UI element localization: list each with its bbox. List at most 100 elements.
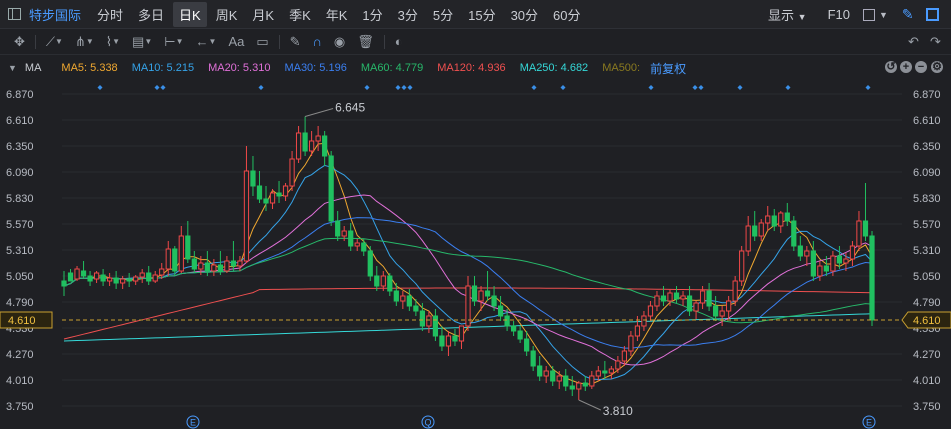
y-tick-left: 6.090: [6, 167, 34, 179]
collapse-icon[interactable]: ▼: [8, 63, 17, 73]
tab-monthly-k[interactable]: 月K: [246, 2, 280, 27]
candle-body: [67, 272, 74, 282]
redo-icon[interactable]: ↷: [930, 34, 941, 50]
tab-30min[interactable]: 30分: [505, 2, 544, 27]
y-tick-right: 5.050: [913, 271, 941, 283]
trash-icon[interactable]: 🗑: [357, 34, 374, 50]
tab-60min[interactable]: 60分: [547, 2, 586, 27]
candle-body: [139, 272, 145, 278]
y-tick-right: 6.870: [913, 89, 941, 101]
candlestick-chart[interactable]: 6.870 6.870 6.610 6.610 6.350 6.350 6.090 6.090…: [0, 80, 951, 429]
candle-body: [426, 315, 432, 327]
candle-body: [74, 268, 80, 280]
candle-body: [348, 230, 354, 247]
undo-icon[interactable]: ↶: [908, 34, 919, 50]
zoom-out-icon[interactable]: −: [915, 61, 927, 73]
candle-body: [211, 264, 217, 272]
stock-name[interactable]: 特步国际: [29, 5, 81, 24]
comment-icon[interactable]: ▭: [256, 34, 268, 50]
tab-quarterly-k[interactable]: 季K: [283, 2, 317, 27]
candle-body: [237, 260, 243, 267]
y-tick-left: 4.270: [6, 349, 34, 361]
candle-body: [100, 274, 106, 282]
settings-icon[interactable]: ⚙: [931, 61, 943, 73]
y-tick-right: 3.750: [913, 401, 941, 413]
candle-body: [458, 325, 465, 342]
eye-icon[interactable]: ◉: [334, 34, 345, 50]
candle-body: [660, 295, 667, 302]
tab-daily-k[interactable]: 日K: [173, 1, 207, 27]
tab-multi-day[interactable]: 多日: [132, 2, 170, 27]
tab-1min[interactable]: 1分: [356, 2, 388, 27]
candle-body: [478, 290, 484, 302]
event-marker-label: E: [190, 418, 196, 428]
legend-ma20: MA20: 5.310: [208, 62, 271, 74]
fib-icon[interactable]: ▤ ▼: [132, 34, 152, 50]
tab-yearly-k[interactable]: 年K: [320, 2, 354, 27]
magnet-icon[interactable]: ∩: [313, 34, 322, 49]
adjust-mode[interactable]: 前复权: [650, 60, 686, 77]
tab-3min[interactable]: 3分: [392, 2, 424, 27]
candle-body: [595, 370, 601, 377]
candle-body: [302, 132, 308, 152]
arrow-left-icon[interactable]: ← ▼: [196, 34, 217, 49]
price-tag-right-text: 4.610: [913, 315, 941, 327]
pen-icon[interactable]: ✎: [902, 6, 914, 23]
display-menu[interactable]: 显示 ▼: [762, 2, 813, 27]
candle-body: [484, 290, 491, 297]
wave-icon[interactable]: ⌇ ▼: [106, 34, 120, 50]
candle-body: [615, 360, 621, 370]
candle-body: [719, 310, 725, 317]
candle-body: [797, 245, 803, 257]
y-tick-right: 5.310: [913, 245, 941, 257]
zoom-in-icon[interactable]: +: [900, 61, 912, 73]
candle-body: [726, 300, 732, 312]
legend-ma10: MA10: 5.215: [131, 62, 195, 74]
event-marker-label: E: [866, 418, 872, 428]
reset-icon[interactable]: ↺: [885, 61, 897, 73]
candle-body: [354, 242, 360, 247]
toggle-icon[interactable]: ◐: [395, 34, 403, 49]
panel-toggle-icon[interactable]: [8, 8, 21, 20]
candle-body: [693, 302, 699, 312]
candle-body: [230, 260, 237, 267]
candle-body: [647, 305, 654, 317]
legend-ma120: MA120: 4.936: [437, 62, 506, 74]
candle-body: [628, 335, 634, 352]
layout-icon[interactable]: [925, 8, 939, 21]
divider: [34, 34, 36, 49]
event-dot-marker: [160, 85, 166, 90]
candle-body: [152, 274, 158, 282]
tab-weekly-k[interactable]: 周K: [210, 2, 244, 27]
tab-5min[interactable]: 5分: [427, 2, 459, 27]
channel-icon[interactable]: ⋔ ▼: [75, 34, 94, 50]
y-tick-left: 5.310: [6, 245, 34, 257]
candle-body: [295, 132, 302, 160]
candle-body: [739, 250, 745, 282]
measure-icon[interactable]: ⊢ ▼: [164, 34, 183, 50]
event-marker-label: Q: [424, 418, 431, 428]
legend-ma60: MA60: 4.779: [360, 62, 424, 74]
tab-15min[interactable]: 15分: [462, 2, 501, 27]
eraser-icon[interactable]: ✎: [290, 34, 301, 50]
candle-body: [120, 278, 126, 284]
candle-body: [510, 325, 517, 332]
candle-body: [608, 368, 614, 374]
candle-body: [282, 185, 289, 197]
tab-minute[interactable]: 分时: [91, 2, 129, 27]
crosshair-icon[interactable]: ✥: [14, 34, 25, 50]
candle-body: [191, 258, 197, 270]
candle-body: [250, 170, 256, 187]
candle-body: [172, 248, 178, 272]
legend-ma250: MA250: 4.682: [519, 62, 589, 74]
window-mode-icon[interactable]: ▼: [862, 8, 888, 21]
candle-body: [634, 325, 641, 337]
line-icon[interactable]: ⟋ ▼: [46, 34, 63, 50]
event-dot-marker: [401, 85, 407, 90]
candle-body: [93, 272, 100, 280]
candle-body: [791, 220, 797, 247]
y-tick-right: 6.610: [913, 115, 941, 127]
text-icon[interactable]: Aa: [228, 34, 244, 49]
f10-button[interactable]: F10: [822, 4, 856, 25]
ma-label[interactable]: MA: [25, 62, 42, 74]
